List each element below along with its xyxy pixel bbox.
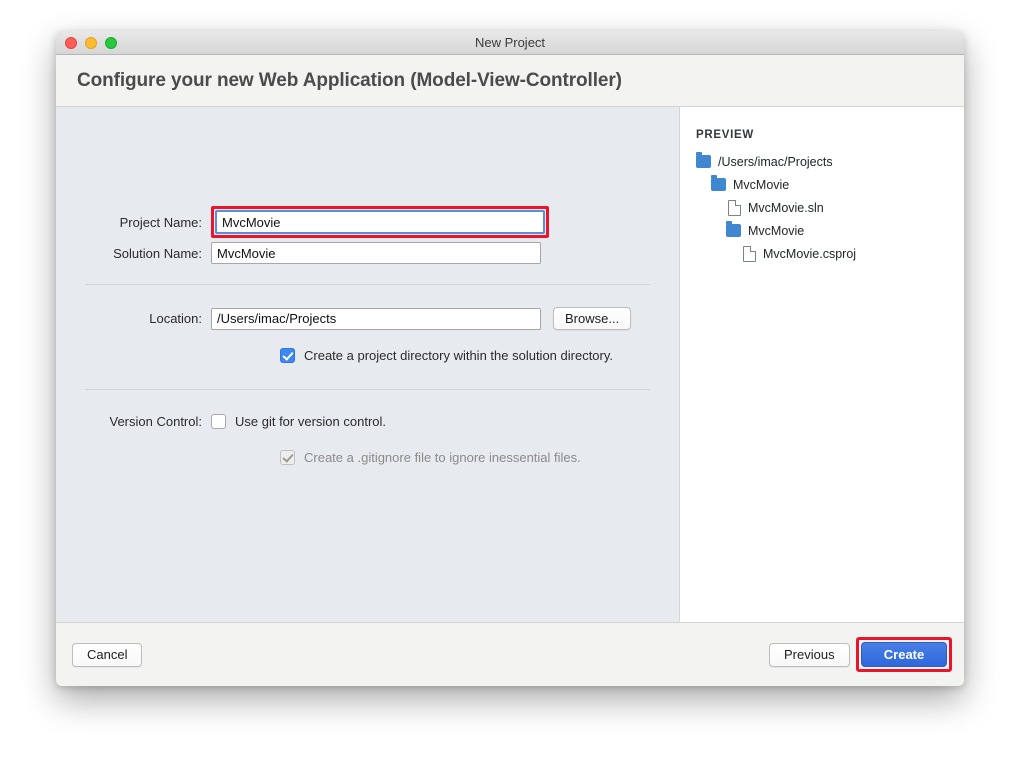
- gitignore-checkbox: [280, 450, 295, 465]
- location-input[interactable]: [211, 308, 541, 330]
- use-git-checkbox[interactable]: [211, 414, 226, 429]
- file-icon: [743, 246, 756, 262]
- project-name-row: Project Name:: [56, 206, 549, 238]
- tree-row[interactable]: MvcMovie: [696, 219, 964, 242]
- tree-row[interactable]: MvcMovie.sln: [696, 196, 964, 219]
- use-git-label: Use git for version control.: [235, 414, 386, 429]
- tree-row[interactable]: /Users/imac/Projects: [696, 150, 964, 173]
- gitignore-label: Create a .gitignore file to ignore iness…: [304, 450, 581, 465]
- project-name-label: Project Name:: [56, 215, 211, 230]
- tree-item-label: MvcMovie: [733, 178, 789, 192]
- configuration-form-panel: Project Name: Solution Name: Location: B…: [56, 107, 679, 622]
- create-project-directory-label: Create a project directory within the so…: [304, 348, 613, 363]
- version-control-label: Version Control:: [56, 414, 211, 429]
- tree-item-label: MvcMovie: [748, 224, 804, 238]
- folder-icon: [696, 155, 711, 168]
- project-name-highlight-box: [211, 206, 549, 238]
- version-control-row: Version Control: Use git for version con…: [56, 414, 386, 429]
- location-label: Location:: [56, 311, 211, 326]
- solution-name-label: Solution Name:: [56, 246, 211, 261]
- location-row: Location: Browse...: [56, 307, 631, 330]
- tree-row[interactable]: MvcMovie.csproj: [696, 242, 964, 265]
- window-titlebar[interactable]: New Project: [56, 31, 964, 55]
- folder-icon: [726, 224, 741, 237]
- desktop-background: New Project Configure your new Web Appli…: [0, 0, 1016, 766]
- project-name-input[interactable]: [215, 210, 545, 234]
- dialog-header: Configure your new Web Application (Mode…: [56, 55, 964, 107]
- page-title: Configure your new Web Application (Mode…: [77, 70, 622, 92]
- gitignore-row: Create a .gitignore file to ignore iness…: [280, 450, 581, 465]
- form-separator-bottom: [85, 389, 650, 390]
- new-project-dialog-window: New Project Configure your new Web Appli…: [56, 31, 964, 686]
- solution-name-input[interactable]: [211, 242, 541, 264]
- window-title: New Project: [56, 31, 964, 54]
- preview-heading: PREVIEW: [696, 129, 964, 141]
- file-icon: [728, 200, 741, 216]
- create-button-highlight-box: Create: [856, 637, 952, 672]
- tree-item-label: /Users/imac/Projects: [718, 155, 833, 169]
- tree-item-label: MvcMovie.csproj: [763, 247, 856, 261]
- tree-row[interactable]: MvcMovie: [696, 173, 964, 196]
- solution-name-row: Solution Name:: [56, 242, 541, 264]
- form-separator-top: [85, 284, 650, 285]
- dialog-footer: Cancel Previous Create: [56, 622, 964, 686]
- create-project-directory-row[interactable]: Create a project directory within the so…: [280, 348, 613, 363]
- browse-button[interactable]: Browse...: [553, 307, 631, 330]
- cancel-button[interactable]: Cancel: [72, 643, 142, 667]
- folder-icon: [711, 178, 726, 191]
- dialog-body: Project Name: Solution Name: Location: B…: [56, 107, 964, 622]
- previous-button[interactable]: Previous: [769, 643, 850, 667]
- create-project-directory-checkbox[interactable]: [280, 348, 295, 363]
- preview-panel: PREVIEW /Users/imac/Projects MvcMovie Mv…: [679, 107, 964, 622]
- create-button[interactable]: Create: [861, 642, 947, 667]
- tree-item-label: MvcMovie.sln: [748, 201, 824, 215]
